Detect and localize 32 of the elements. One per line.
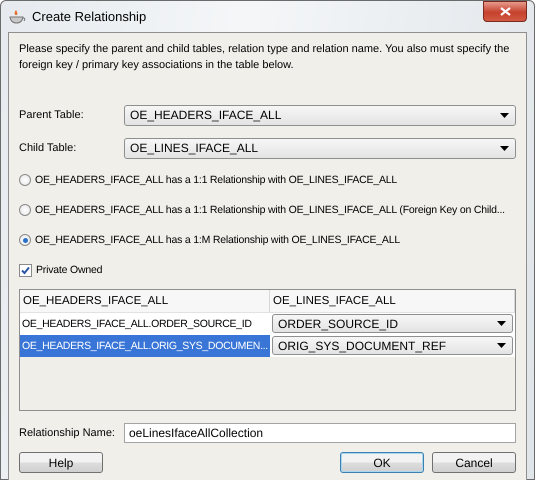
field-label: Child Table: (19, 142, 78, 154)
table-cell[interactable]: OE_HEADERS_IFACE_ALL.ORIG_SYS_DOCUMEN... (20, 335, 270, 357)
cup-icon (8, 8, 26, 24)
dialog-button[interactable]: Cancel (432, 452, 516, 473)
radio-button[interactable] (19, 204, 31, 216)
radio-label: OE_HEADERS_IFACE_ALL has a 1:M Relationship with OE_LINES_IFACE_ALL (35, 234, 400, 246)
caret-icon (500, 146, 509, 150)
radio-button[interactable] (19, 234, 31, 246)
close-button[interactable] (483, 1, 527, 22)
caret-icon (500, 112, 509, 118)
table-cell[interactable]: OE_HEADERS_IFACE_ALL.ORDER_SOURCE_ID (20, 313, 270, 335)
radio-label: OE_HEADERS_IFACE_ALL has a 1:1 Relationship with OE_LINES_IFACE_ALL (Foreign Key on Child... (35, 204, 505, 216)
dropdown[interactable]: OE_LINES_IFACE_ALL (124, 138, 516, 158)
radio-button[interactable] (19, 174, 31, 186)
field-label: Relationship Name: (19, 427, 116, 439)
dropdown[interactable]: ORIG_SYS_DOCUMENT_REF (272, 336, 513, 355)
column-header: OE_HEADERS_IFACE_ALL (20, 290, 270, 313)
field-label: Parent Table: (19, 109, 85, 121)
radio-label: OE_HEADERS_IFACE_ALL has a 1:1 Relationship with OE_LINES_IFACE_ALL (35, 174, 398, 186)
instructions-text: Please specify the parent and child tables, relation type and relation name. You also must specify the foreign key / primary key associations in the table below. (19, 42, 510, 73)
checkbox[interactable] (19, 264, 32, 276)
column-header: OE_LINES_IFACE_ALL (270, 290, 515, 313)
window-title: Create Relationship (32, 9, 148, 24)
dropdown[interactable]: OE_HEADERS_IFACE_ALL (124, 104, 516, 126)
close-icon (500, 7, 510, 16)
caret-icon (497, 343, 506, 348)
dropdown[interactable]: ORDER_SOURCE_ID (272, 314, 513, 333)
default-button[interactable]: OK (340, 452, 424, 473)
dialog-button[interactable]: Help (19, 452, 103, 473)
input-field[interactable]: oeLinesIfaceAllCollection (124, 423, 516, 443)
caret-icon (497, 321, 506, 326)
checkbox-label: Private Owned (36, 264, 102, 276)
